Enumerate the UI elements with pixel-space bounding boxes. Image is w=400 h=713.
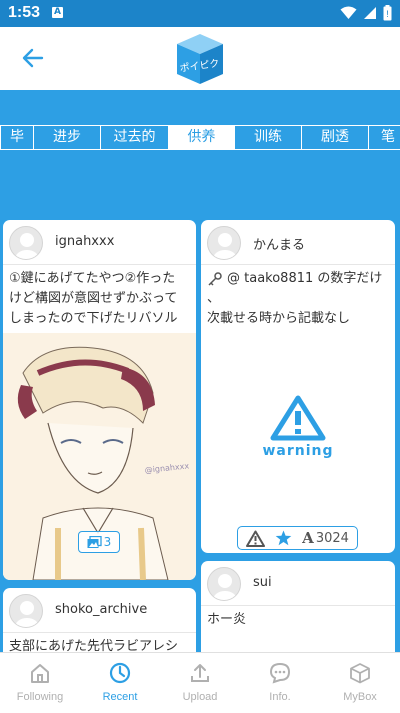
nav-label: Info. (269, 691, 291, 703)
clock-time: 1:53 (8, 4, 41, 21)
nav-label: MyBox (343, 691, 377, 703)
post-card[interactable]: sui ホー炎 (201, 561, 395, 661)
warning-reaction-icon[interactable] (246, 530, 266, 547)
nav-following[interactable]: Following (0, 653, 80, 713)
tab[interactable]: 剧透 (301, 125, 368, 150)
divider (3, 264, 196, 265)
tab[interactable]: 训练 (234, 125, 301, 150)
divider (201, 264, 395, 265)
bottom-navigation: Following Recent Upload Info. MyBox (0, 652, 400, 713)
tab[interactable]: 进步 (33, 125, 100, 150)
avatar[interactable] (207, 226, 241, 260)
battery-icon: ! (383, 5, 392, 21)
back-arrow-icon[interactable] (20, 45, 46, 71)
upload-icon (189, 662, 211, 684)
tab[interactable]: 供养 (168, 125, 234, 150)
nav-label: Following (16, 691, 64, 703)
avatar[interactable] (207, 567, 241, 601)
letter-a-icon: A (302, 529, 314, 547)
username[interactable]: かんまる (253, 234, 305, 253)
post-card[interactable]: ignahxxx ①鍵にあげてたやつ②作ったけど構図が意図せずかぶってしまったの… (3, 220, 196, 580)
divider (3, 632, 196, 633)
username[interactable]: ignahxxx (55, 234, 114, 249)
divider (201, 605, 395, 606)
wifi-icon (340, 6, 357, 19)
content-warning[interactable]: warning (201, 395, 395, 465)
post-text: @ taako8811 の数字だけ 、 次載せる時から記載なし (207, 271, 383, 326)
avatar[interactable] (9, 594, 43, 628)
svg-text:!: ! (386, 9, 389, 19)
post-text: ホー炎 (207, 612, 247, 627)
image-count: 3 (103, 535, 112, 549)
category-tabs: 毕进步 过去的 供养 训练 剧透笔 (0, 125, 400, 150)
app-logo: ポイピク (177, 34, 223, 84)
username[interactable]: sui (253, 575, 272, 590)
status-bar: 1:53 A ! (0, 0, 400, 27)
signal-icon (364, 7, 376, 19)
nav-label: Recent (102, 691, 138, 703)
notification-icon: A (52, 7, 63, 18)
app-header: ポイピク (0, 27, 400, 90)
post-text: ①鍵にあげてたやつ②作ったけど構図が意図せずかぶってしまったので下げたリバソル (9, 271, 178, 326)
star-icon[interactable] (275, 530, 292, 546)
nav-upload[interactable]: Upload (160, 653, 240, 713)
box-icon (349, 662, 371, 684)
post-illustration[interactable]: @ignahxxx 3 (3, 333, 196, 580)
clock-icon (109, 662, 131, 684)
nav-recent[interactable]: Recent (80, 653, 160, 713)
nav-info[interactable]: Info. (240, 653, 320, 713)
tab[interactable]: 毕 (0, 125, 33, 150)
chat-icon (269, 662, 291, 684)
username[interactable]: shoko_archive (55, 602, 147, 617)
reaction-count: 3024 (315, 530, 349, 546)
post-card[interactable]: かんまる @ taako8811 の数字だけ 、 次載せる時から記載なし war… (201, 220, 395, 553)
warning-icon (270, 395, 326, 441)
illustration-signature: @ignahxxx (144, 461, 190, 475)
avatar[interactable] (9, 226, 43, 260)
image-count-badge[interactable]: 3 (78, 531, 120, 553)
nav-mybox[interactable]: MyBox (320, 653, 400, 713)
nav-label: Upload (182, 691, 218, 703)
tab[interactable]: 过去的 (100, 125, 168, 150)
home-icon (29, 662, 51, 684)
reaction-bar[interactable]: A 3024 (237, 526, 358, 550)
tab[interactable]: 笔 (368, 125, 400, 150)
images-icon (87, 535, 102, 548)
warning-label: warning (262, 443, 334, 459)
